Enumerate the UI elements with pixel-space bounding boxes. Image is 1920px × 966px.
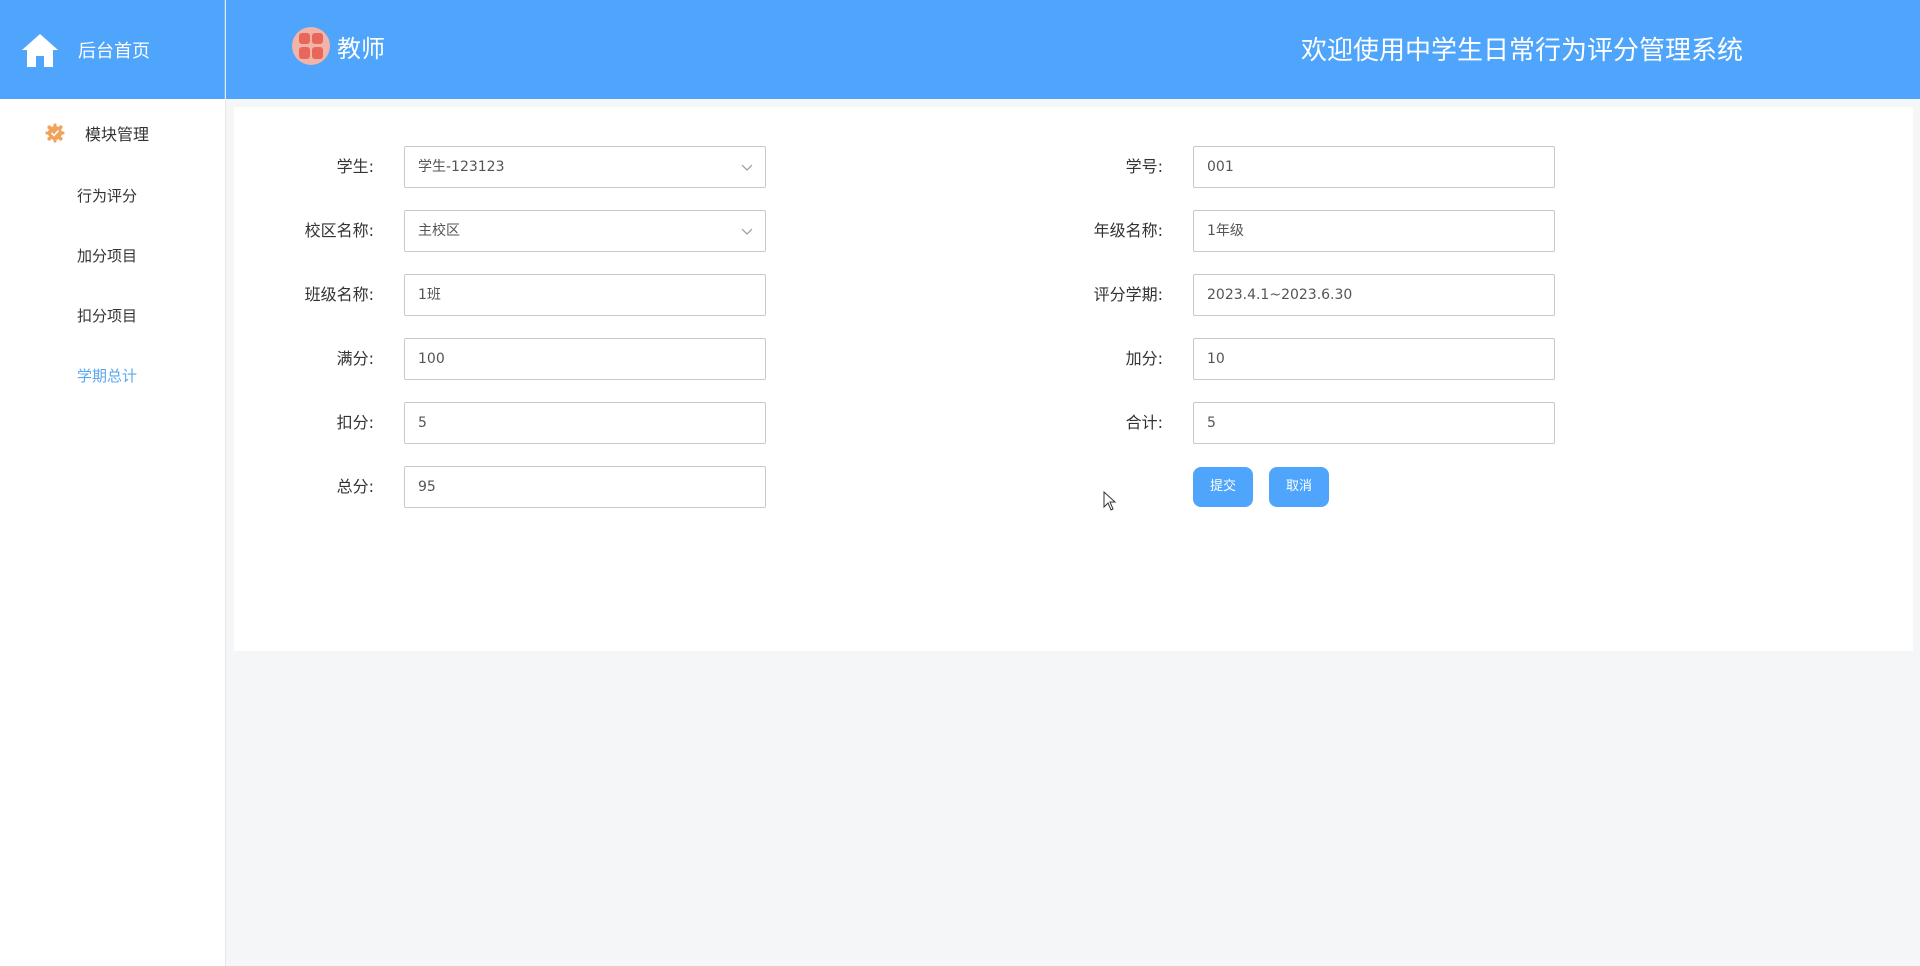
avatar-icon	[292, 27, 330, 65]
subtotal-label: 合计:	[1125, 413, 1163, 432]
student-label: 学生:	[336, 157, 374, 176]
grade-label: 年级名称:	[1093, 221, 1163, 240]
total-field[interactable]: 95	[404, 466, 766, 508]
sidebar-section-module[interactable]: 模块管理	[0, 100, 225, 166]
sidebar-item-deduction-items[interactable]: 扣分项目	[0, 286, 225, 346]
student-no-field[interactable]: 001	[1193, 146, 1555, 188]
full-score-label: 满分:	[336, 349, 374, 368]
system-title: 欢迎使用中学生日常行为评分管理系统	[1301, 36, 1744, 66]
sidebar: 后台首页 模块管理 行为评分 加分项目 扣分项目 学期总计	[0, 0, 226, 966]
term-field[interactable]: 2023.4.1~2023.6.30	[1193, 274, 1555, 316]
sidebar-item-bonus-items[interactable]: 加分项目	[0, 226, 225, 286]
bonus-field[interactable]: 10	[1193, 338, 1555, 380]
campus-select[interactable]: 主校区	[404, 210, 766, 252]
chevron-down-icon	[741, 164, 753, 171]
class-name-field[interactable]: 1班	[404, 274, 766, 316]
term-label: 评分学期:	[1093, 285, 1163, 304]
deduction-field[interactable]: 5	[404, 402, 766, 444]
student-select-value: 学生-123123	[418, 159, 505, 175]
bonus-label: 加分:	[1125, 349, 1163, 368]
sidebar-home-link[interactable]: 后台首页	[0, 0, 225, 99]
home-label: 后台首页	[78, 40, 150, 62]
deduction-label: 扣分:	[336, 413, 374, 432]
sidebar-item-term-total[interactable]: 学期总计	[0, 346, 225, 406]
cursor-icon	[1103, 491, 1117, 511]
subtotal-field[interactable]: 5	[1193, 402, 1555, 444]
campus-select-value: 主校区	[418, 223, 460, 239]
form-panel: 学生: 校区名称: 班级名称: 满分: 扣分: 总分: 学生-123123 主校…	[234, 107, 1913, 651]
cancel-button[interactable]: 取消	[1269, 467, 1329, 507]
student-select[interactable]: 学生-123123	[404, 146, 766, 188]
chevron-down-icon	[741, 228, 753, 235]
submit-button[interactable]: 提交	[1193, 467, 1253, 507]
gear-icon	[45, 123, 65, 143]
student-no-label: 学号:	[1125, 157, 1163, 176]
role-badge: 教师	[291, 26, 385, 66]
header: 教师 欢迎使用中学生日常行为评分管理系统	[226, 0, 1920, 99]
sidebar-item-behavior-score[interactable]: 行为评分	[0, 166, 225, 226]
role-label: 教师	[337, 34, 385, 63]
total-label: 总分:	[336, 477, 374, 496]
full-score-field[interactable]: 100	[404, 338, 766, 380]
grade-field[interactable]: 1年级	[1193, 210, 1555, 252]
class-name-label: 班级名称:	[304, 285, 374, 304]
home-icon	[22, 33, 58, 67]
campus-label: 校区名称:	[304, 221, 374, 240]
sidebar-section-label: 模块管理	[85, 125, 150, 144]
